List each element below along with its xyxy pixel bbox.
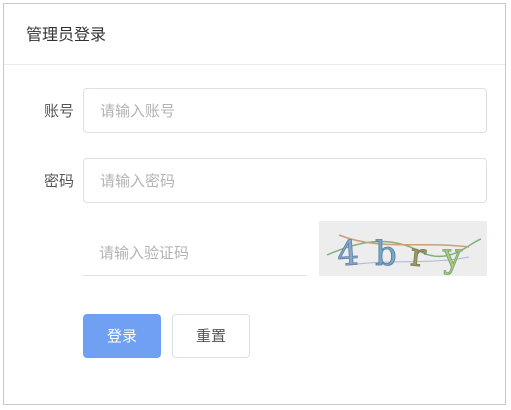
login-button[interactable]: 登录: [83, 314, 161, 358]
reset-button[interactable]: 重置: [172, 314, 250, 358]
password-label: 密码: [43, 172, 74, 190]
account-label: 账号: [43, 102, 74, 120]
login-card: 管理员登录 账号 密码 4 b r y 登录 重置: [3, 3, 506, 405]
captcha-image[interactable]: 4 b r y: [319, 221, 487, 276]
captcha-char-4: y: [442, 236, 463, 276]
captcha-graphic: 4 b r y: [319, 221, 487, 276]
account-input[interactable]: [83, 88, 487, 133]
captcha-input[interactable]: [83, 231, 307, 276]
page-title: 管理员登录: [26, 25, 107, 44]
password-input[interactable]: [83, 158, 487, 203]
card-header: 管理员登录: [4, 4, 505, 65]
captcha-char-1: 4: [336, 233, 360, 274]
captcha-char-2: b: [375, 234, 397, 274]
